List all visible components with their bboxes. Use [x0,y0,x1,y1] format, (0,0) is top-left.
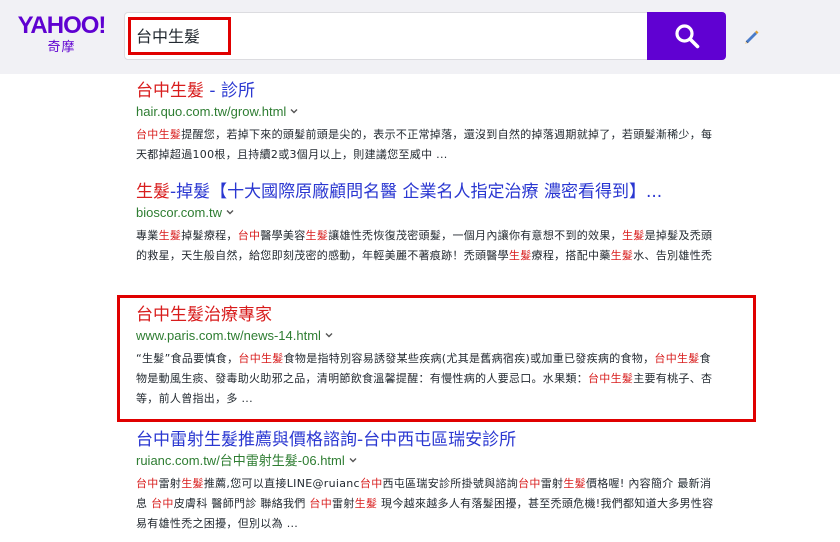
highlighted-term: 台中生髮 [588,372,634,385]
result-item: 台中生髮治療專家 www.paris.com.tw/news-14.html “… [136,304,726,409]
text-segment: -掉髮【十大國際原廠顧問名醫 企業名人指定治療 濃密看得到】... [170,182,663,202]
result-snippet: 專業生髮掉髮療程，台中醫學美容生髮讓雄性禿恢復茂密頭髮，一個月內讓你有意想不到的… [136,226,720,266]
result-snippet: 台中生髮提醒您，若掉下來的頭髮前頭是尖的，表示不正常掉落，還沒到自然的掉落週期就… [136,125,720,165]
highlighted-term: 台中 [518,477,541,490]
result-item: 台中雷射生髮推薦與價格諮詢-台中西屯區瑞安診所 ruianc.com.tw/台中… [136,429,726,534]
highlighted-term: 生髮 [563,477,586,490]
text-segment: - 診所 [204,81,255,101]
result-url-text: ruianc.com.tw/台中雷射生髮-06.html [136,453,345,468]
highlighted-term: 台中生髮 [136,128,182,141]
result-title[interactable]: 台中生髮 - 診所 [136,80,726,102]
yahoo-logo[interactable]: YAHOO! 奇摩 [14,12,109,62]
text-segment: 醫學美容 [260,229,306,242]
text-segment: 雷射 [158,477,182,490]
result-url-text: hair.quo.com.tw/grow.html [136,104,287,119]
result-url[interactable]: hair.quo.com.tw/grow.html [136,103,726,121]
highlighted-term: 台中生髮 [136,305,204,325]
text-segment: “生髮”食品要慎食， [136,352,239,365]
text-segment: 專業 [136,229,159,242]
highlighted-term: 台中 [309,497,333,510]
search-icon [674,24,699,49]
text-segment: 掉髮療程， [181,229,238,242]
result-snippet: “生髮”食品要慎食，台中生髮食物是指特別容易誘發某些疾病(尤其是舊病宿疾)或加重… [136,349,720,409]
chevron-down-icon[interactable] [349,456,357,464]
text-segment: 讓雄性禿恢復茂密頭髮，一個月內讓你有意想不到的效果， [328,229,622,242]
highlighted-term: 生髮 [305,229,329,242]
result-item: 生髮-掉髮【十大國際原廠顧問名醫 企業名人指定治療 濃密看得到】... bios… [136,181,726,266]
text-segment: 皮膚科 醫師門診 聯絡我們 [173,497,310,510]
result-snippet: 台中雷射生髮推薦,您可以直接LINE@ruianc台中西屯區瑞安診所掛號與諮詢台… [136,474,720,534]
highlighted-term: 台中 [136,477,159,490]
highlighted-term: 生髮 [181,477,204,490]
search-input[interactable] [134,19,234,51]
highlighted-term: 生髮 [610,249,634,262]
highlighted-term: 生髮 [508,249,532,262]
highlighted-term: 台中 [359,477,383,490]
highlighted-term: 生髮 [158,229,182,242]
highlighted-term: 台中生髮 [136,81,204,101]
highlighted-term: 台中生髮 [238,352,284,365]
text-segment: 雷射 [332,497,355,510]
text-segment: 食物是指特別容易誘發某些疾病(尤其是舊病宿疾)或加重已發疾病的食物， [283,352,655,365]
chevron-down-icon[interactable] [226,208,234,216]
search-header: YAHOO! 奇摩 [0,0,840,74]
result-url[interactable]: ruianc.com.tw/台中雷射生髮-06.html [136,452,726,470]
result-url[interactable]: bioscor.com.tw [136,204,726,222]
highlighted-term: 生髮 [136,182,170,202]
text-segment: 台中雷射生髮推薦與價格諮詢-台中西屯區瑞安診所 [136,430,517,450]
logo-text: YAHOO! [17,12,107,39]
highlighted-term: 治療專家 [204,305,272,325]
highlighted-term: 台中生髮 [654,352,700,365]
search-button[interactable] [647,12,726,60]
result-title[interactable]: 台中雷射生髮推薦與價格諮詢-台中西屯區瑞安診所 [136,429,726,451]
text-segment: 水、告別雄性禿 [633,249,713,262]
highlighted-term: 生髮 [354,497,378,510]
result-title[interactable]: 生髮-掉髮【十大國際原廠顧問名醫 企業名人指定治療 濃密看得到】... [136,181,726,203]
highlighted-term: 生髮 [621,229,645,242]
text-segment: 提醒您，若掉下來的頭髮前頭是尖的，表示不正常掉落，還沒到自然的掉落週期就掉了，若… [136,128,713,161]
text-segment: 療程，搭配中藥 [531,249,611,262]
search-box[interactable] [124,12,647,60]
pencil-icon[interactable] [742,27,762,47]
result-item: 台中生髮 - 診所 hair.quo.com.tw/grow.html 台中生髮… [136,80,726,165]
result-url-text: www.paris.com.tw/news-14.html [136,328,321,343]
logo-subtext: 奇摩 [47,40,76,55]
highlighted-term: 台中 [237,229,261,242]
chevron-down-icon[interactable] [290,107,298,115]
highlighted-term: 台中 [151,497,174,510]
result-title[interactable]: 台中生髮治療專家 [136,304,726,326]
text-segment: 西屯區瑞安診所掛號與諮詢 [382,477,519,490]
result-url-text: bioscor.com.tw [136,205,222,220]
text-segment: 推薦,您可以直接LINE@ruianc [203,477,360,490]
chevron-down-icon[interactable] [325,331,333,339]
text-segment: 雷射 [540,477,564,490]
result-url[interactable]: www.paris.com.tw/news-14.html [136,327,726,345]
